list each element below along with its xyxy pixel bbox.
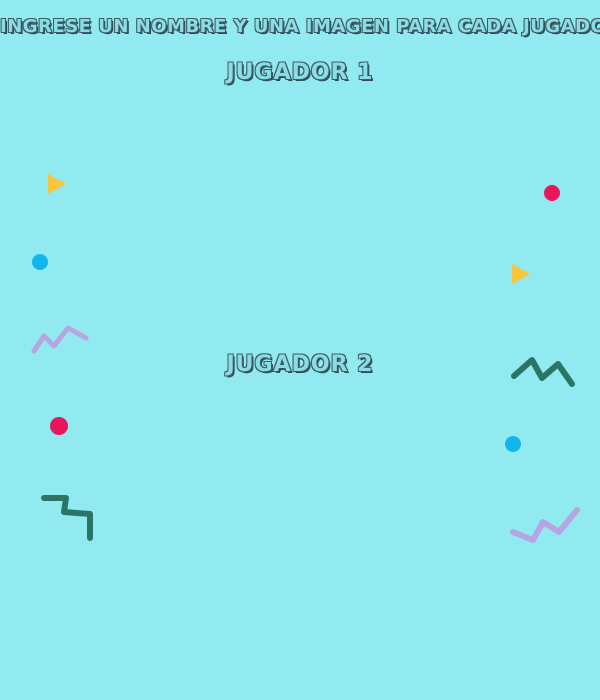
blue-dot-icon <box>505 436 521 452</box>
green-zigzag-icon <box>41 495 93 541</box>
green-zigzag-icon <box>511 357 575 387</box>
pink-dot-icon <box>544 185 560 201</box>
pink-dot-icon <box>50 417 68 435</box>
lavender-zigzag-icon <box>510 507 580 543</box>
player-1-heading: Jugador 1 <box>226 60 374 85</box>
yellow-triangle-icon <box>48 174 66 194</box>
lavender-zigzag-icon <box>31 325 89 354</box>
instruction-heading: Ingrese un nombre y una imagen para cada… <box>0 16 600 37</box>
yellow-triangle-icon <box>512 264 530 284</box>
blue-dot-icon <box>32 254 48 270</box>
